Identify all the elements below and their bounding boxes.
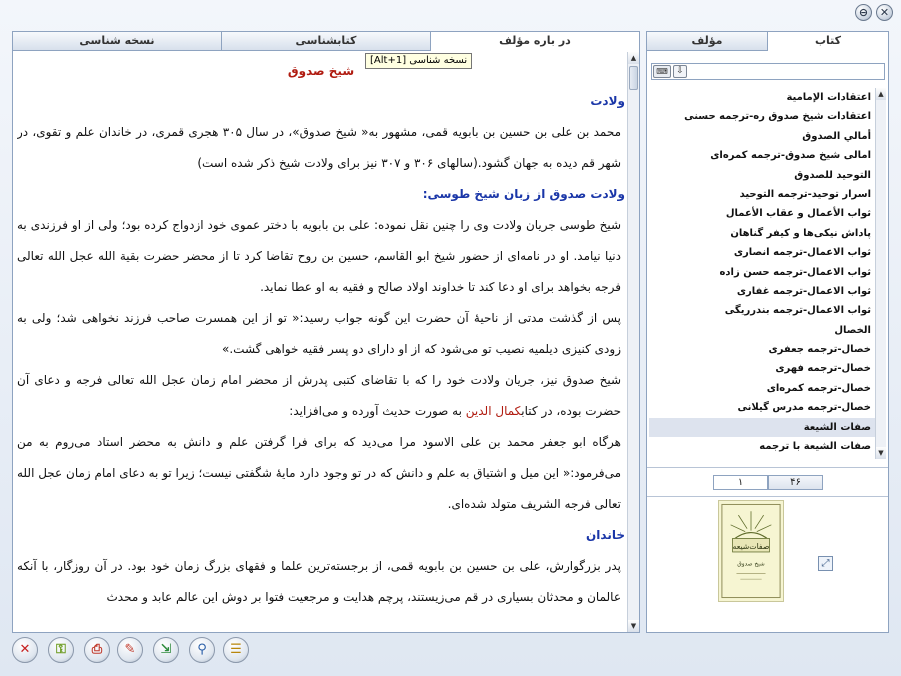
exit-button[interactable]: ✕ [12, 637, 38, 663]
book-tabbar: مؤلف کتاب [647, 32, 888, 51]
close-button[interactable]: ✕ [876, 4, 893, 21]
book-list-item[interactable]: ثواب الاعمال-ترجمه بندرریگی [649, 301, 875, 320]
book-list-item[interactable]: اعتقادات شیخ صدوق ره-ترجمه حسنی [649, 107, 875, 126]
tab-author[interactable]: مؤلف [647, 32, 768, 51]
paragraph: شیخ صدوق نیز، جریان ولادت خود را که با ت… [17, 365, 625, 427]
book-list-item[interactable]: ثواب الاعمال-ترجمه غفاری [649, 282, 875, 301]
scroll-up-arrow-icon[interactable]: ▲ [628, 52, 639, 64]
paragraph-text: به صورت حدیث آورده و می‌افزاید: [289, 404, 466, 418]
minimize-button[interactable]: ⊖ [855, 4, 872, 21]
key-button[interactable]: ⚿ [48, 637, 74, 663]
divider [647, 467, 888, 468]
scroll-down-arrow-icon[interactable]: ▼ [628, 620, 639, 632]
edit-button[interactable]: ✎ [117, 637, 143, 663]
book-list-item[interactable]: ثواب الأعمال و عقاب الأعمال [649, 204, 875, 223]
expand-icon[interactable]: ⤢ [818, 556, 833, 571]
document-tabbar: نسخه شناسی کتابشناسی در باره مؤلف [13, 32, 639, 51]
cover-title: صفات‌شیعه [733, 542, 770, 551]
key-icon: ⚿ [56, 642, 66, 657]
arrow-down-icon[interactable]: ⇩ [673, 65, 687, 78]
divider [647, 496, 888, 497]
tab-about-author[interactable]: در باره مؤلف [431, 32, 639, 51]
book-list-item[interactable]: اعتقادات الإمامیة [649, 88, 875, 107]
paragraph: پس از گذشت مدتی از ناحیهٔ آن حضرت این گو… [17, 311, 621, 356]
document-body: شیخ صدوق ولادت محمد بن علی بن حسین بن با… [17, 56, 625, 630]
search-button[interactable]: ⚲ [189, 637, 215, 663]
tab-manuscript[interactable]: نسخه شناسی [13, 32, 222, 51]
scroll-down-arrow-icon[interactable]: ▼ [876, 447, 886, 459]
book-list-item[interactable]: خصال-ترجمه مدرس گیلانی [649, 398, 875, 417]
search-icon: ⚲ [197, 642, 207, 657]
page-current-field[interactable]: ۱ [713, 475, 768, 490]
edit-icon: ✎ [124, 642, 136, 657]
scroll-up-arrow-icon[interactable]: ▲ [876, 88, 886, 100]
cover-subtitle: شیخ صدوق [737, 562, 765, 568]
tab-book[interactable]: کتاب [768, 32, 888, 51]
book-list-item[interactable]: اسرار توحید-ترجمه التوحید [649, 185, 875, 204]
scroll-thumb[interactable] [629, 66, 638, 90]
document-scrollbar[interactable]: ▲ ▼ [627, 52, 639, 632]
paragraph: شیخ طوسی جریان ولادت وی را چنین نقل نمود… [17, 218, 621, 294]
paragraph: محمد بن علی بن حسین بن بابویه قمی، مشهور… [17, 125, 621, 170]
tab-tooltip: نسخه شناسی [Alt+1] [365, 53, 473, 69]
book-list-item[interactable]: الخصال [649, 321, 875, 340]
book-list-item[interactable]: التوحید للصدوق [649, 166, 875, 185]
print-button[interactable]: ⎙ [84, 637, 110, 663]
paragraph: هرگاه ابو جعفر محمد بن علی الاسود مرا می… [17, 435, 621, 511]
book-list-item[interactable]: خصال-ترجمه جعفری [649, 340, 875, 359]
document-panel: نسخه شناسی کتابشناسی در باره مؤلف نسخه ش… [12, 31, 640, 633]
book-list-scrollbar[interactable]: ▲ ▼ [875, 88, 886, 459]
book-list-item[interactable]: پاداش نیکی‌ها و کیفر گناهان [649, 224, 875, 243]
book-cover-image: صفات‌شیعه شیخ صدوق [718, 500, 784, 602]
book-list-item[interactable]: خصال-ترجمه فهری [649, 359, 875, 378]
book-link-kamal-aldin[interactable]: کمال الدین [466, 404, 522, 418]
pager: ۱ ۴۶ [713, 475, 823, 490]
book-list-item[interactable]: أمالي الصدوق [649, 127, 875, 146]
notes-button[interactable]: ☰ [223, 637, 249, 663]
export-button[interactable]: ⇲ [153, 637, 179, 663]
book-list-item[interactable]: صفات الشیعة [649, 417, 875, 438]
book-list-item[interactable]: خصال-ترجمه کمره‌ای [649, 379, 875, 398]
section-heading-family: خاندان [586, 528, 625, 542]
book-cover-art: صفات‌شیعه شیخ صدوق [721, 503, 781, 599]
print-icon: ⎙ [91, 642, 103, 657]
tab-bibliography[interactable]: کتابشناسی [222, 32, 431, 51]
paragraph: پدر بزرگوارش، علی بن حسین بن بابویه قمی،… [17, 559, 621, 604]
notes-icon: ☰ [230, 642, 242, 657]
export-icon: ⇲ [160, 642, 172, 657]
section-heading-tusi: ولادت صدوق از زبان شیخ طوسی: [422, 187, 625, 201]
book-list: اعتقادات الإمامیة اعتقادات شیخ صدوق ره-تر… [649, 88, 875, 459]
book-panel: مؤلف کتاب ⌨ ⇩ اعتقادات الإمامیة اعتقادات … [646, 31, 889, 633]
book-list-item[interactable]: ثواب الاعمال-ترجمه حسن زاده [649, 263, 875, 282]
page-total: ۴۶ [768, 475, 823, 490]
book-list-item[interactable]: ثواب الاعمال-ترجمه انصاری [649, 243, 875, 262]
keyboard-icon[interactable]: ⌨ [653, 65, 671, 78]
exit-icon: ✕ [19, 642, 31, 657]
section-heading-birth: ولادت [590, 94, 625, 108]
book-list-item[interactable]: صفات الشیعة با ترجمه [649, 437, 875, 456]
book-list-item[interactable]: امالی شیخ صدوق-ترجمه کمره‌ای [649, 146, 875, 165]
document-title: شیخ صدوق [287, 64, 355, 78]
search-box: ⌨ ⇩ [651, 63, 885, 80]
search-input[interactable] [689, 64, 884, 79]
